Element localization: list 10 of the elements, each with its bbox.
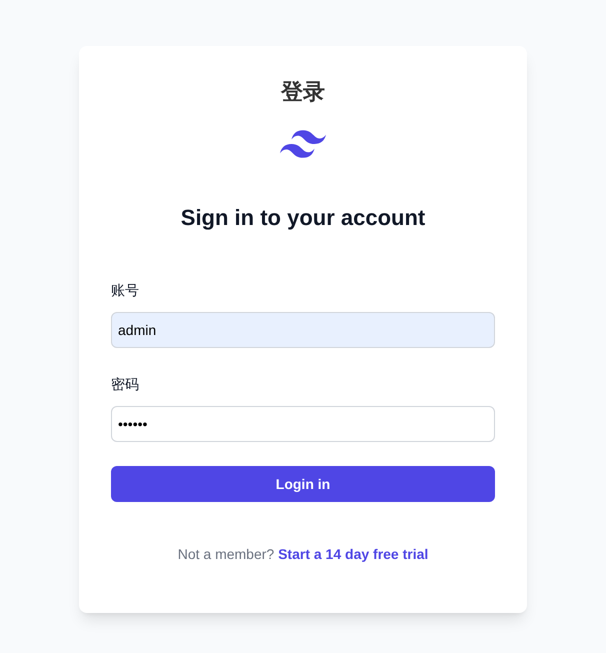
- input-field[interactable]: admin: [111, 312, 495, 348]
- sign-in-heading: Sign in to your account: [180, 204, 426, 232]
- field-label: 密码: [111, 375, 139, 394]
- page-title: 登录: [281, 78, 325, 106]
- login-button[interactable]: Login in: [111, 466, 495, 502]
- wave-logo-icon: [280, 130, 326, 158]
- free-trial-link[interactable]: Start a 14 day free trial: [278, 546, 428, 562]
- signup-prompt: Not a member? Start a 14 day free trial: [178, 545, 428, 564]
- field-label: 账号: [111, 281, 139, 300]
- input-field[interactable]: ••••••: [111, 406, 495, 442]
